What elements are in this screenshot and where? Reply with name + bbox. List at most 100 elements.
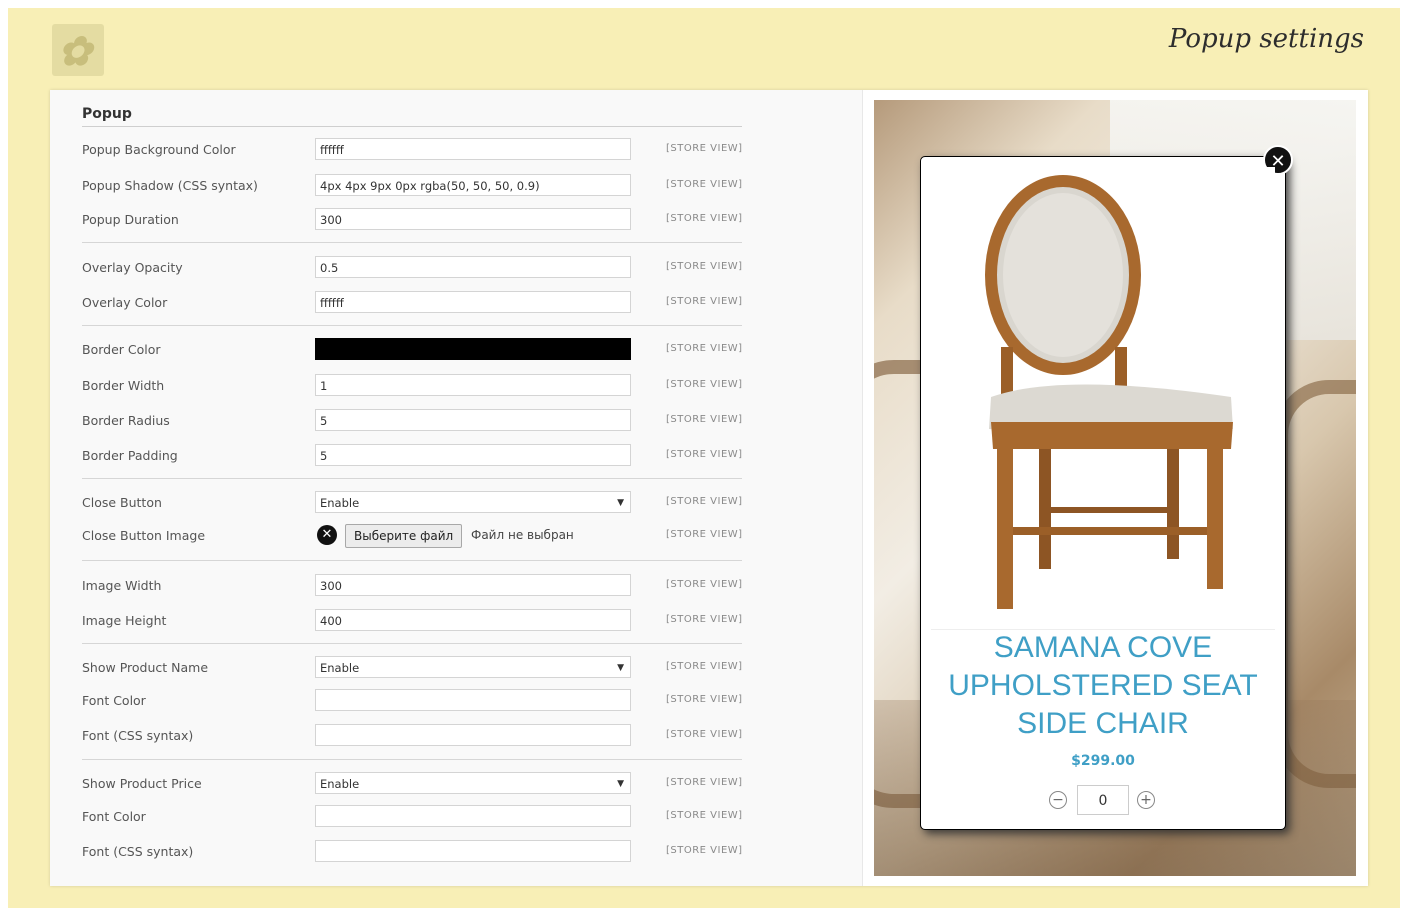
group-divider <box>82 478 742 479</box>
field-label: Border Radius <box>82 413 170 428</box>
product-price: $299.00 <box>1071 753 1135 769</box>
store-view-label: [STORE VIEW] <box>666 694 743 705</box>
row-popup-background-color: Popup Background Color ffffff [STORE VIE… <box>82 138 762 164</box>
file-name-text: Файл не выбран <box>471 528 574 542</box>
row-image-height: Image Height 400 [STORE VIEW] <box>82 609 762 635</box>
store-view-label: [STORE VIEW] <box>666 143 743 154</box>
border-color-input[interactable] <box>315 338 631 360</box>
row-overlay-opacity: Overlay Opacity 0.5 [STORE VIEW] <box>82 256 762 282</box>
price-font-color-input[interactable] <box>315 805 631 827</box>
row-border-width: Border Width 1 [STORE VIEW] <box>82 374 762 400</box>
show-product-name-select[interactable]: Enable <box>315 656 631 678</box>
store-view-label: [STORE VIEW] <box>666 261 743 272</box>
name-font-color-input[interactable] <box>315 689 631 711</box>
store-view-label: [STORE VIEW] <box>666 729 743 740</box>
field-label: Font (CSS syntax) <box>82 728 194 743</box>
store-view-label: [STORE VIEW] <box>666 579 743 590</box>
row-name-font: Font (CSS syntax) [STORE VIEW] <box>82 724 762 750</box>
quantity-stepper: − 0 + <box>1049 785 1161 815</box>
settings-panel: Popup Popup Background Color ffffff [STO… <box>50 90 863 886</box>
field-label: Popup Shadow (CSS syntax) <box>82 178 258 193</box>
row-popup-duration: Popup Duration 300 [STORE VIEW] <box>82 208 762 234</box>
close-button-select[interactable]: Enable <box>315 491 631 513</box>
store-view-label: [STORE VIEW] <box>666 414 743 425</box>
product-name[interactable]: SAMANA COVE UPHOLSTERED SEAT SIDE CHAIR <box>921 629 1285 743</box>
row-popup-shadow: Popup Shadow (CSS syntax) 4px 4px 9px 0p… <box>82 174 762 200</box>
popup-shadow-input[interactable]: 4px 4px 9px 0px rgba(50, 50, 50, 0.9) <box>315 174 631 196</box>
border-width-input[interactable]: 1 <box>315 374 631 396</box>
field-label: Popup Background Color <box>82 142 236 157</box>
border-radius-input[interactable]: 5 <box>315 409 631 431</box>
store-view-label: [STORE VIEW] <box>666 449 743 460</box>
store-view-label: [STORE VIEW] <box>666 343 743 354</box>
section-title: Popup <box>82 106 132 122</box>
store-view-label: [STORE VIEW] <box>666 845 743 856</box>
row-price-font-color: Font Color [STORE VIEW] <box>82 805 762 831</box>
store-view-label: [STORE VIEW] <box>666 614 743 625</box>
quantity-input[interactable]: 0 <box>1077 785 1129 815</box>
row-image-width: Image Width 300 [STORE VIEW] <box>82 574 762 600</box>
field-label: Image Height <box>82 613 167 628</box>
image-width-input[interactable]: 300 <box>315 574 631 596</box>
name-font-input[interactable] <box>315 724 631 746</box>
preview-panel: ✕ SAMANA COVE UPHOLSTERED SEAT SIDE CHAI… <box>874 100 1356 876</box>
settings-card: Popup Popup Background Color ffffff [STO… <box>50 90 1368 886</box>
field-label: Font Color <box>82 693 146 708</box>
store-view-label: [STORE VIEW] <box>666 496 743 507</box>
minus-icon[interactable]: − <box>1049 791 1067 809</box>
page-background: ✿ Popup settings Popup Popup Background … <box>8 8 1400 908</box>
row-overlay-color: Overlay Color ffffff [STORE VIEW] <box>82 291 762 317</box>
group-divider <box>82 325 742 326</box>
store-view-label: [STORE VIEW] <box>666 213 743 224</box>
product-popup: ✕ SAMANA COVE UPHOLSTERED SEAT SIDE CHAI… <box>920 145 1293 830</box>
image-height-input[interactable]: 400 <box>315 609 631 631</box>
product-image <box>931 167 1275 630</box>
brand-logo: ✿ <box>52 24 104 76</box>
popup-duration-input[interactable]: 300 <box>315 208 631 230</box>
group-divider <box>82 242 742 243</box>
group-divider <box>82 643 742 644</box>
row-show-product-price: Show Product Price Enable [STORE VIEW] <box>82 772 762 798</box>
section-divider <box>82 126 742 127</box>
store-view-label: [STORE VIEW] <box>666 529 743 540</box>
field-label: Border Padding <box>82 448 178 463</box>
row-close-button-image: Close Button Image ✕ Выберите файл Файл … <box>82 524 762 550</box>
store-view-label: [STORE VIEW] <box>666 777 743 788</box>
row-name-font-color: Font Color [STORE VIEW] <box>82 689 762 715</box>
row-close-button: Close Button Enable [STORE VIEW] <box>82 491 762 517</box>
store-view-label: [STORE VIEW] <box>666 296 743 307</box>
field-label: Image Width <box>82 578 162 593</box>
store-view-label: [STORE VIEW] <box>666 179 743 190</box>
field-label: Border Width <box>82 378 165 393</box>
row-border-color: Border Color [STORE VIEW] <box>82 338 762 364</box>
store-view-label: [STORE VIEW] <box>666 661 743 672</box>
field-label: Overlay Color <box>82 295 168 310</box>
field-label: Border Color <box>82 342 161 357</box>
group-divider <box>82 759 742 760</box>
field-label: Font (CSS syntax) <box>82 844 194 859</box>
row-show-product-name: Show Product Name Enable [STORE VIEW] <box>82 656 762 682</box>
field-label: Show Product Price <box>82 776 202 791</box>
popup-background-color-input[interactable]: ffffff <box>315 138 631 160</box>
border-padding-input[interactable]: 5 <box>315 444 631 466</box>
store-view-label: [STORE VIEW] <box>666 379 743 390</box>
field-label: Font Color <box>82 809 146 824</box>
chair-illustration <box>985 175 1233 609</box>
price-font-input[interactable] <box>315 840 631 862</box>
row-price-font: Font (CSS syntax) [STORE VIEW] <box>82 840 762 866</box>
row-border-padding: Border Padding 5 [STORE VIEW] <box>82 444 762 470</box>
overlay-opacity-input[interactable]: 0.5 <box>315 256 631 278</box>
field-label: Show Product Name <box>82 660 209 675</box>
row-border-radius: Border Radius 5 [STORE VIEW] <box>82 409 762 435</box>
field-label: Overlay Opacity <box>82 260 183 275</box>
page-title: Popup settings <box>1168 24 1364 54</box>
field-label: Close Button <box>82 495 162 510</box>
close-icon: ✕ <box>317 525 337 545</box>
store-view-label: [STORE VIEW] <box>666 810 743 821</box>
plus-icon[interactable]: + <box>1137 791 1155 809</box>
choose-file-button[interactable]: Выберите файл <box>345 524 463 548</box>
group-divider <box>82 560 742 561</box>
show-product-price-select[interactable]: Enable <box>315 772 631 794</box>
overlay-color-input[interactable]: ffffff <box>315 291 631 313</box>
field-label: Close Button Image <box>82 528 206 543</box>
